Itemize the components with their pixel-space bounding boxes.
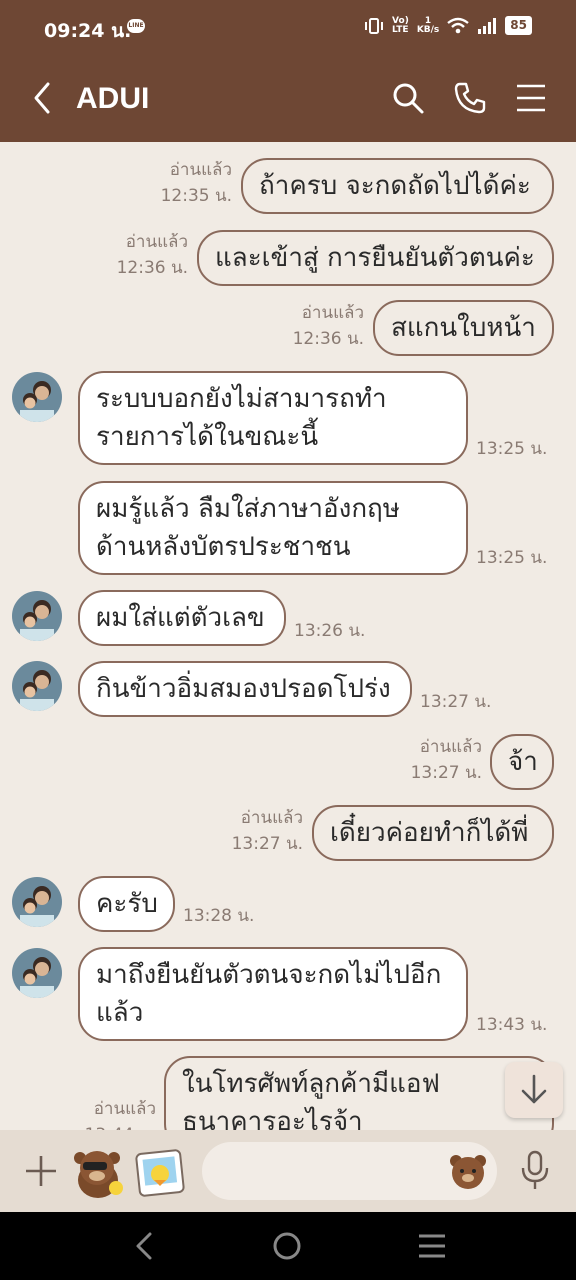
message-time: 13:27 น. — [420, 692, 492, 712]
message-meta: อ่านแล้ว 12:36 น. — [116, 232, 188, 278]
message-meta: อ่านแล้ว 13:27 น. — [410, 737, 482, 783]
message-bubble-incoming[interactable]: ผมใส่แต่ตัวเลข — [78, 590, 286, 646]
contact-avatar[interactable] — [12, 948, 62, 998]
message-bubble-outgoing[interactable]: จ้า — [490, 734, 554, 790]
status-bar: 09:24 น. LINE Vo) LTE 1 KB/s 85 — [0, 0, 576, 56]
chat-title: ADUI — [76, 82, 150, 115]
battery-indicator: 85 — [505, 16, 532, 35]
back-arrow-icon[interactable] — [28, 80, 58, 116]
message-bubble-outgoing[interactable]: ในโทรศัพท์ลูกค้ามีแอฟ ธนาคารอะไรจ้า — [164, 1056, 554, 1130]
message-bubble-outgoing[interactable]: และเข้าสู่ การยืนยันตัวตนค่ะ — [197, 230, 554, 286]
message-time: 13:26 น. — [294, 621, 366, 641]
contact-avatar[interactable] — [12, 372, 62, 422]
message-meta: อ่านแล้ว 13:27 น. — [231, 808, 303, 854]
message-time: 13:25 น. — [476, 439, 548, 459]
network-speed: 1 KB/s — [416, 15, 440, 35]
line-notification-icon: LINE — [127, 19, 145, 33]
message-meta: อ่านแล้ว 12:36 น. — [292, 303, 364, 349]
nav-back-icon[interactable] — [130, 1230, 160, 1262]
scroll-to-bottom-button[interactable] — [505, 1062, 563, 1118]
sticker-icon[interactable] — [68, 1144, 126, 1200]
message-meta: อ่านแล้ว 13:44 น. — [85, 1099, 156, 1130]
nav-home-icon[interactable] — [270, 1229, 304, 1263]
plus-icon[interactable] — [24, 1154, 58, 1188]
contact-avatar[interactable] — [12, 591, 62, 641]
phone-icon[interactable] — [452, 80, 488, 116]
message-bubble-outgoing[interactable]: สแกนใบหน้า — [373, 300, 554, 356]
system-navigation-bar — [0, 1212, 576, 1280]
message-bubble-incoming[interactable]: ผมรู้แล้ว ลืมใส่ภาษาอังกฤษ ด้านหลังบัตรป… — [78, 481, 468, 575]
message-list[interactable]: อ่านแล้ว 12:35 น. ถ้าครบ จะกดถัดไปได้ค่ะ… — [0, 142, 576, 1130]
microphone-icon[interactable] — [518, 1150, 552, 1192]
message-meta: อ่านแล้ว 12:35 น. — [160, 160, 232, 206]
message-input-bar — [0, 1130, 576, 1212]
message-bubble-incoming[interactable]: กินข้าวอิ่มสมองปรอดโปร่ง — [78, 661, 412, 717]
vibrate-icon — [365, 17, 384, 34]
status-time: 09:24 น. — [44, 20, 132, 42]
message-bubble-incoming[interactable]: ระบบบอกยังไม่สามารถทำ รายการได้ในขณะนี้ — [78, 371, 468, 465]
status-indicators: Vo) LTE 1 KB/s 85 — [364, 16, 532, 35]
menu-icon[interactable] — [513, 80, 549, 116]
message-bubble-incoming[interactable]: คะรับ — [78, 876, 175, 932]
contact-avatar[interactable] — [12, 661, 62, 711]
wifi-icon — [447, 17, 470, 33]
signal-icon — [478, 17, 497, 34]
arrow-down-icon — [521, 1074, 547, 1104]
chat-header: ADUI — [0, 56, 576, 142]
message-time: 13:43 น. — [476, 1015, 548, 1035]
message-bubble-outgoing[interactable]: ถ้าครบ จะกดถัดไปได้ค่ะ — [241, 158, 554, 214]
message-bubble-outgoing[interactable]: เดี๋ยวค่อยทำก็ได้พี่ — [312, 805, 554, 861]
message-time: 13:25 น. — [476, 548, 548, 568]
search-icon[interactable] — [390, 80, 426, 116]
lte-indicator: Vo) LTE — [392, 15, 409, 35]
photo-icon[interactable] — [134, 1148, 186, 1198]
nav-recents-icon[interactable] — [416, 1231, 448, 1261]
emoji-icon[interactable] — [448, 1152, 488, 1190]
message-time: 13:28 น. — [183, 906, 255, 926]
message-input[interactable] — [202, 1142, 497, 1200]
message-bubble-incoming[interactable]: มาถึงยืนยันตัวตนจะกดไม่ไปอีก แล้ว — [78, 947, 468, 1041]
contact-avatar[interactable] — [12, 877, 62, 927]
